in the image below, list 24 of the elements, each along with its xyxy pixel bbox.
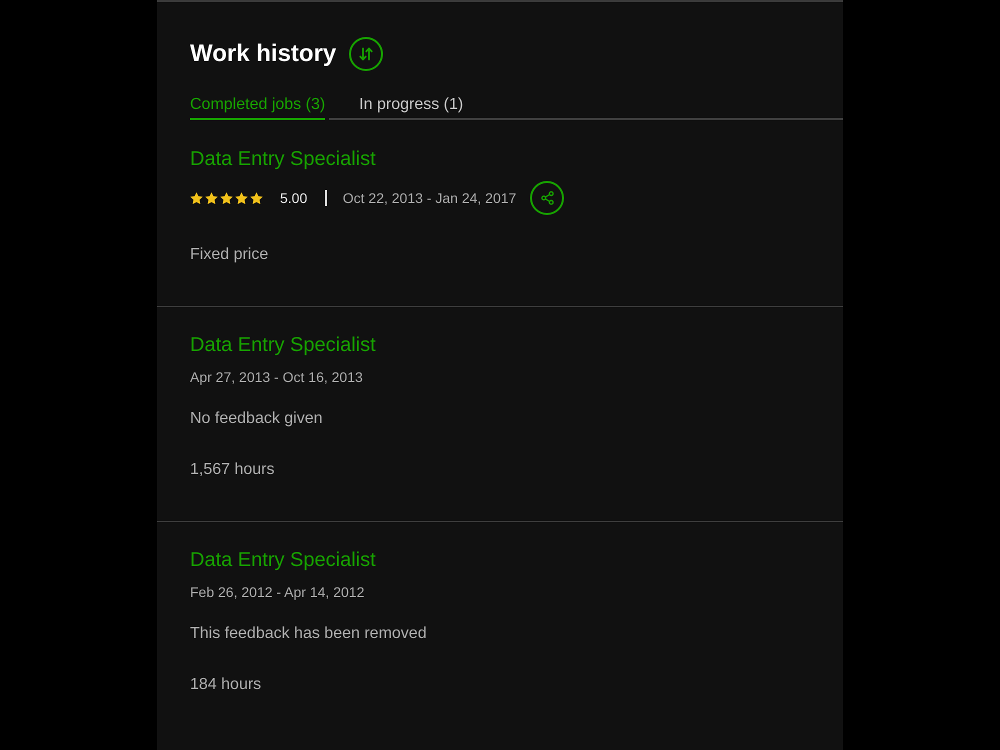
section-title: Work history <box>190 39 336 69</box>
share-button[interactable] <box>530 181 564 215</box>
feedback-text: No feedback given <box>190 409 323 429</box>
star-icon <box>205 192 218 204</box>
job-title-link[interactable]: Data Entry Specialist <box>190 147 376 171</box>
tab[interactable]: In progress (1) <box>329 95 464 120</box>
star-icon <box>235 192 248 204</box>
job-detail: Fixed price <box>190 245 268 265</box>
sort-arrows-icon <box>359 47 374 61</box>
job-title-link[interactable]: Data Entry Specialist <box>190 548 376 572</box>
tab[interactable]: Completed jobs (3) <box>190 95 326 120</box>
star-icon <box>190 192 203 204</box>
rating-value: 5.00 <box>280 189 308 208</box>
date-range: Feb 26, 2012 - Apr 14, 2012 <box>190 583 364 602</box>
sort-button[interactable] <box>349 37 384 71</box>
star-icon <box>250 192 263 204</box>
share-icon <box>540 191 554 205</box>
star-icon <box>220 192 233 204</box>
feedback-text: This feedback has been removed <box>190 624 427 644</box>
date-range: Apr 27, 2013 - Oct 16, 2013 <box>190 368 363 387</box>
date-range: Oct 22, 2013 - Jan 24, 2017 <box>342 189 516 208</box>
job-detail: 184 hours <box>190 675 262 695</box>
job-title-link[interactable]: Data Entry Specialist <box>190 333 376 357</box>
job-detail: 1,567 hours <box>190 460 275 480</box>
